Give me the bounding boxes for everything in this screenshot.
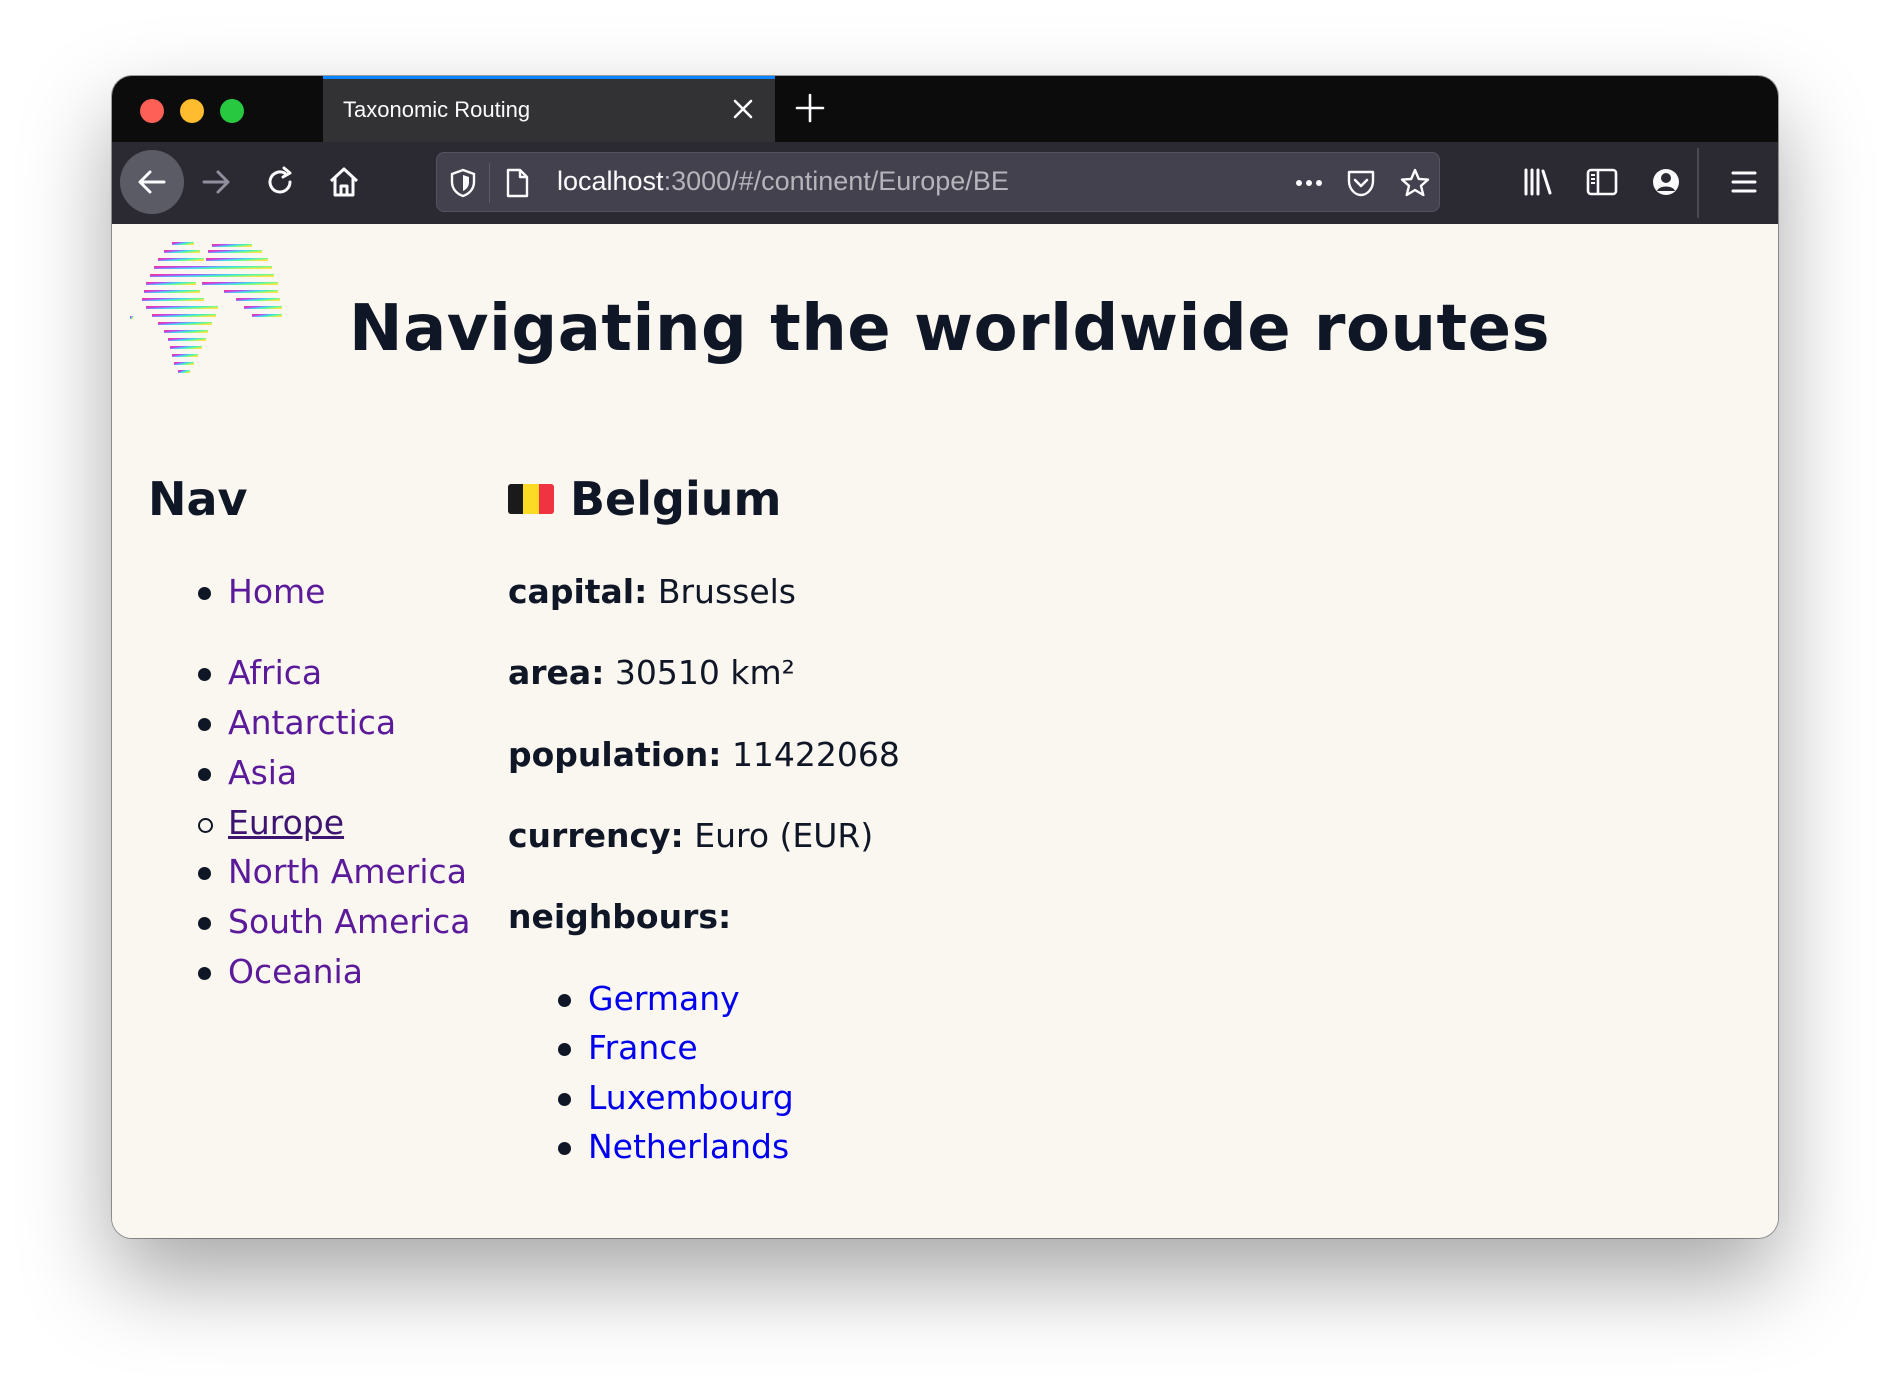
arrow-left-icon — [138, 170, 166, 194]
more-actions-icon[interactable] — [1293, 167, 1325, 199]
forward-button[interactable] — [184, 150, 248, 214]
bullet-icon — [198, 587, 211, 600]
nav-heading: Nav — [148, 472, 248, 526]
bullet-icon — [558, 1043, 571, 1056]
hamburger-menu-icon — [1731, 171, 1757, 193]
home-icon — [329, 167, 359, 197]
star-icon[interactable] — [1399, 167, 1431, 199]
nav-link-antarctica[interactable]: Antarctica — [228, 703, 396, 742]
page-icon[interactable] — [501, 167, 533, 199]
area-value: 30510 km² — [614, 653, 795, 692]
capital-label: capital: — [508, 572, 648, 611]
bullet-icon — [558, 994, 571, 1007]
population-field: population: 11422068 — [508, 735, 900, 774]
country-name: Belgium — [570, 472, 782, 526]
page-content: Navigating the worldwide routes Nav Home… — [112, 224, 1778, 1238]
capital-value: Brussels — [657, 572, 796, 611]
minimize-window-button[interactable] — [180, 99, 204, 123]
account-icon — [1653, 169, 1679, 195]
nav-link-oceania[interactable]: Oceania — [228, 952, 363, 991]
population-value: 11422068 — [731, 735, 900, 774]
bullet-icon — [198, 668, 211, 681]
hollow-bullet-icon — [198, 818, 213, 833]
bullet-icon — [198, 917, 211, 930]
nav-link-africa[interactable]: Africa — [228, 653, 322, 692]
browser-window: Taxonomic Routing localhost:3000/#/conti… — [112, 76, 1778, 1238]
currency-label: currency: — [508, 816, 684, 855]
sidebar-icon — [1586, 168, 1618, 196]
world-map-logo — [130, 242, 282, 373]
neighbour-link-netherlands[interactable]: Netherlands — [588, 1127, 789, 1166]
url-text[interactable]: localhost:3000/#/continent/Europe/BE — [557, 166, 1009, 197]
belgium-flag-icon — [508, 484, 554, 514]
nav-link-europe[interactable]: Europe — [228, 803, 344, 842]
tab-title: Taxonomic Routing — [343, 97, 531, 122]
back-button[interactable] — [120, 150, 184, 214]
page-title: Navigating the worldwide routes — [349, 292, 1551, 366]
zoom-window-button[interactable] — [220, 99, 244, 123]
neighbours-label: neighbours: — [508, 897, 732, 936]
account-button[interactable] — [1642, 158, 1690, 206]
bullet-icon — [198, 867, 211, 880]
tab-strip: Taxonomic Routing — [112, 76, 1778, 142]
bullet-icon — [558, 1093, 571, 1106]
navigation-toolbar: localhost:3000/#/continent/Europe/BE — [112, 142, 1778, 225]
nav-link-south-america[interactable]: South America — [228, 902, 471, 941]
library-icon — [1524, 168, 1552, 196]
population-label: population: — [508, 735, 722, 774]
bullet-icon — [198, 768, 211, 781]
url-bar[interactable]: localhost:3000/#/continent/Europe/BE — [436, 152, 1440, 212]
area-field: area: 30510 km² — [508, 653, 795, 692]
url-host: localhost — [557, 166, 664, 196]
shield-icon[interactable] — [447, 167, 479, 199]
nav-link-home[interactable]: Home — [228, 572, 325, 611]
neighbour-link-france[interactable]: France — [588, 1028, 698, 1067]
nav-link-asia[interactable]: Asia — [228, 753, 297, 792]
home-button[interactable] — [312, 150, 376, 214]
toolbar-separator — [1697, 148, 1699, 218]
neighbour-link-germany[interactable]: Germany — [588, 979, 740, 1018]
menu-button[interactable] — [1720, 158, 1768, 206]
library-button[interactable] — [1514, 158, 1562, 206]
bullet-icon — [198, 718, 211, 731]
url-divider — [489, 163, 490, 203]
reload-icon — [268, 166, 292, 194]
tab-active[interactable]: Taxonomic Routing — [323, 76, 775, 142]
new-tab-icon[interactable] — [792, 90, 828, 126]
reload-button[interactable] — [248, 150, 312, 214]
arrow-right-icon — [202, 170, 230, 194]
close-window-button[interactable] — [140, 99, 164, 123]
pocket-icon[interactable] — [1345, 167, 1377, 199]
capital-field: capital: Brussels — [508, 572, 796, 611]
neighbour-link-luxembourg[interactable]: Luxembourg — [588, 1078, 794, 1117]
currency-value: Euro (EUR) — [694, 816, 874, 855]
neighbours-field: neighbours: — [508, 897, 731, 936]
close-tab-icon[interactable] — [729, 95, 757, 123]
url-path: :3000/#/continent/Europe/BE — [663, 166, 1009, 196]
sidebar-button[interactable] — [1578, 158, 1626, 206]
nav-section: Nav Home Africa Antarctica Asia Europe N… — [148, 472, 488, 991]
currency-field: currency: Euro (EUR) — [508, 816, 873, 855]
area-label: area: — [508, 653, 605, 692]
bullet-icon — [198, 967, 211, 980]
bullet-icon — [558, 1142, 571, 1155]
nav-link-north-america[interactable]: North America — [228, 852, 467, 891]
